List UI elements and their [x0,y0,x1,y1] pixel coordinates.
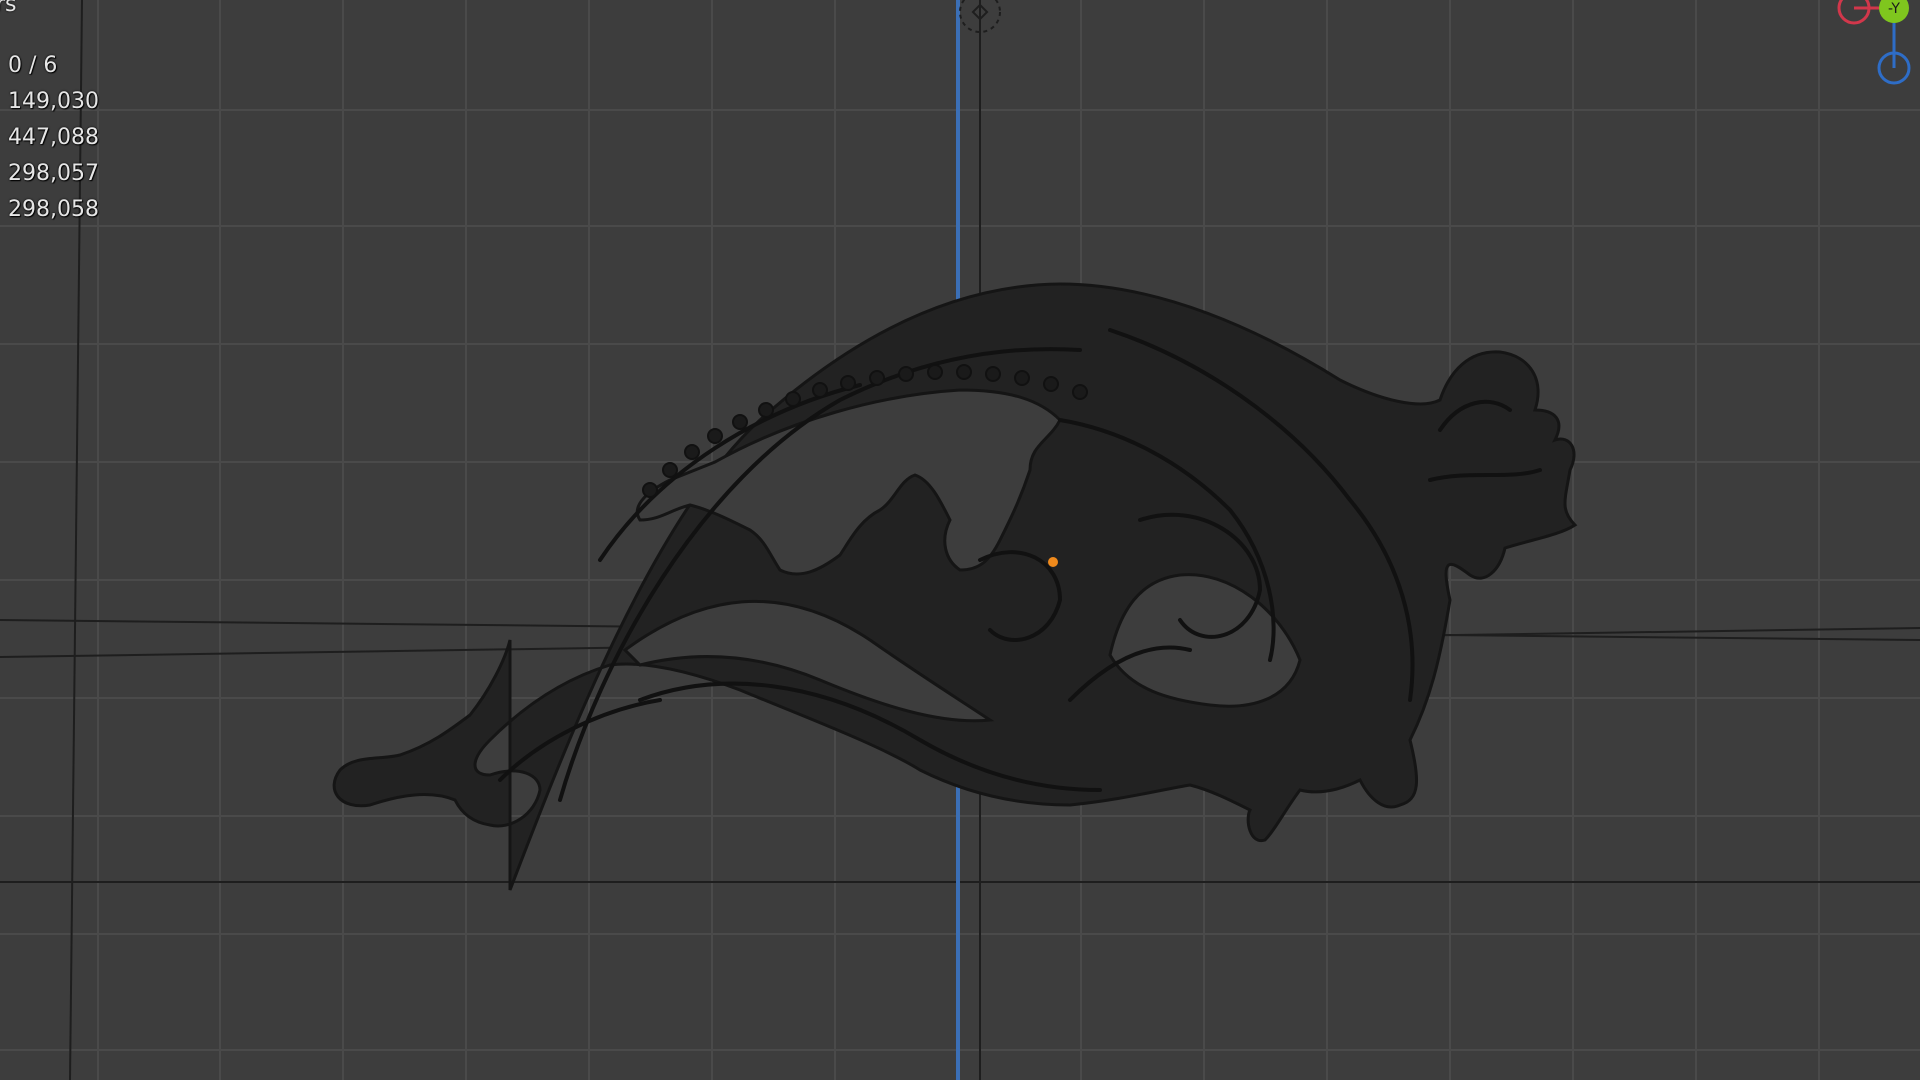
viewport-scene[interactable] [0,0,1920,1080]
stat-objects: 0 / 6 [8,53,58,78]
gizmo-neg-x-handle[interactable] [1837,0,1871,25]
stat-edges: 447,088 [8,125,99,150]
ornament-mesh[interactable] [332,282,1578,891]
3d-viewport[interactable]: rs 0 / 6 149,030 447,088 298,057 298,058… [0,0,1920,1080]
stat-faces: 298,057 [8,161,99,186]
stat-vertices: 149,030 [8,89,99,114]
navigation-gizmo[interactable]: -Y [1780,0,1920,100]
stat-triangles: 298,058 [8,197,99,222]
scene-statistics: 0 / 6 149,030 447,088 298,057 298,058 [8,0,99,228]
object-origin-icon[interactable] [1048,557,1058,567]
gizmo-y-label: -Y [1888,1,1900,17]
